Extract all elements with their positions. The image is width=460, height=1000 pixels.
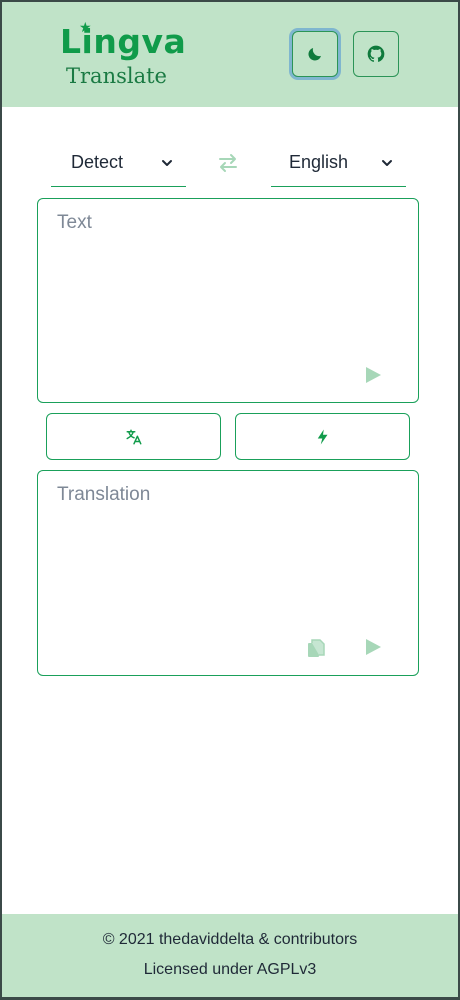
github-icon xyxy=(367,45,385,62)
source-language-select[interactable]: Detect xyxy=(51,146,186,187)
target-language-select[interactable]: English xyxy=(271,146,406,187)
auto-translate-button[interactable] xyxy=(235,413,410,460)
chevron-down-icon xyxy=(162,160,172,166)
footer-license[interactable]: Licensed under AGPLv3 xyxy=(0,961,460,979)
source-text-placeholder: Text xyxy=(57,212,92,233)
app-header: ★ Lingva Translate xyxy=(0,0,460,107)
app-logo[interactable]: ★ Lingva Translate xyxy=(60,20,190,92)
play-audio-icon[interactable] xyxy=(363,365,383,385)
footer-copyright[interactable]: © 2021 thedaviddelta & contributors xyxy=(0,931,460,949)
translate-button[interactable] xyxy=(46,413,221,460)
translation-placeholder: Translation xyxy=(57,484,151,505)
chevron-down-icon xyxy=(382,160,392,166)
lightning-icon xyxy=(317,429,327,444)
translate-icon xyxy=(126,429,141,444)
theme-toggle-button[interactable] xyxy=(292,31,338,77)
logo-subtitle: Translate xyxy=(66,64,167,88)
source-text-area[interactable]: Text xyxy=(37,198,419,403)
github-button[interactable] xyxy=(353,31,399,77)
source-language-label: Detect xyxy=(71,152,124,172)
app-footer: © 2021 thedaviddelta & contributors Lice… xyxy=(0,914,460,1000)
copy-icon[interactable] xyxy=(306,638,326,660)
translation-output-area[interactable]: Translation xyxy=(37,470,419,676)
moon-icon xyxy=(308,48,321,61)
swap-languages-icon[interactable] xyxy=(216,151,240,175)
play-audio-icon[interactable] xyxy=(363,637,383,657)
logo-title: Lingva xyxy=(60,22,187,61)
target-language-label: English xyxy=(289,152,349,172)
